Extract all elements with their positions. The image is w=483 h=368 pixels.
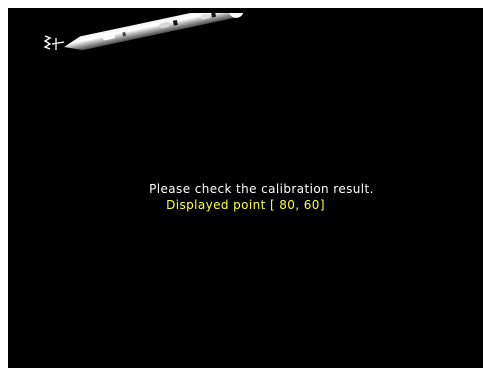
calibration-instruction: Please check the calibration result.	[149, 182, 374, 196]
calibration-screen[interactable]: Please check the calibration result. Dis…	[8, 8, 483, 368]
stylus-pen-icon	[43, 13, 244, 51]
displayed-point-readout: Displayed point [ 80, 60]	[166, 198, 325, 212]
